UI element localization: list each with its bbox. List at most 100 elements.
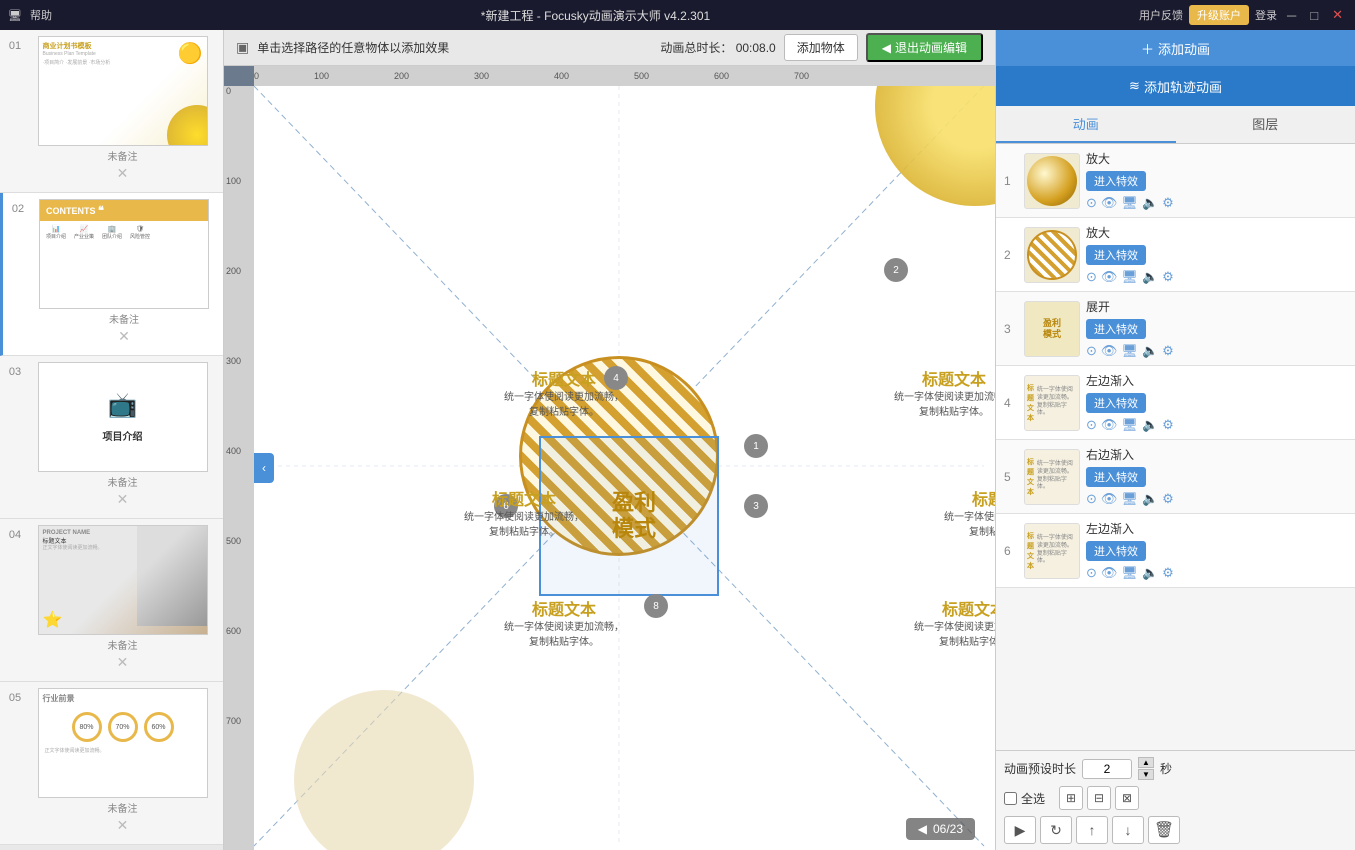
canvas-grid[interactable]: 0 100 200 300 400 500 600 700 0 100 200 … [224, 66, 995, 850]
add-animation-header[interactable]: ＋ 添加动画 [996, 30, 1355, 66]
eye-icon-1[interactable]: 👁 [1101, 195, 1118, 211]
content-sub-br: 统一字体使阅读更加流畅，复制粘贴字体。 [904, 620, 995, 650]
sound-icon-5[interactable]: 🔈 [1142, 491, 1158, 507]
duration-preset-input[interactable] [1082, 759, 1132, 779]
menu-item-help[interactable]: 帮助 [30, 7, 52, 23]
settings-icon-2[interactable]: ⚙ [1162, 269, 1174, 285]
slide-item-5[interactable]: 05 行业前景 80% 70% 60% 正文字体使阅读更加流畅。 未备注 ✕ [0, 682, 223, 845]
slide-delete-3[interactable]: ✕ [117, 491, 129, 508]
settings-icon-6[interactable]: ⚙ [1162, 565, 1174, 581]
remove-button[interactable]: 🗑 [1148, 816, 1180, 844]
anim-effect-btn-4[interactable]: 进入特效 [1086, 393, 1146, 413]
tab-layer[interactable]: 图层 [1176, 106, 1355, 143]
anim-info-4: 左边渐入 进入特效 ⊙ 👁 🖥 🔈 ⚙ [1086, 372, 1347, 433]
visibility-toggle-6[interactable]: ⊙ [1086, 565, 1097, 581]
stepper-up[interactable]: ▲ [1138, 757, 1154, 768]
content-block-topright[interactable]: 标题文本 统一字体使阅读更加流畅，复制粘贴字体。 [884, 366, 995, 420]
close-button[interactable]: ✕ [1328, 7, 1347, 23]
screen-icon-2[interactable]: 🖥 [1121, 269, 1138, 285]
eye-icon-3[interactable]: 👁 [1101, 343, 1118, 359]
play-button[interactable]: ▶ [1004, 816, 1036, 844]
content-block-botleft[interactable]: 标题文本 统一字体使阅读更加流畅，复制粘贴字体。 [494, 596, 634, 650]
nav-circle-1[interactable]: 1 [744, 434, 768, 458]
user-feedback-link[interactable]: 用户反馈 [1139, 7, 1183, 23]
eye-icon-5[interactable]: 👁 [1101, 491, 1118, 507]
loop-button[interactable]: ↻ [1040, 816, 1072, 844]
slide-item-4[interactable]: 04 PROJECT NAME 标题文本 正文字体使阅读更加流畅。 ⭐ 未备注 … [0, 519, 223, 682]
settings-icon-3[interactable]: ⚙ [1162, 343, 1174, 359]
upgrade-button[interactable]: 升级账户 [1189, 5, 1249, 25]
eye-icon-4[interactable]: 👁 [1101, 417, 1118, 433]
add-animation-button[interactable]: ＋ 添加动画 [1141, 39, 1210, 58]
sound-icon-3[interactable]: 🔈 [1142, 343, 1158, 359]
nav-circle-3[interactable]: 3 [744, 494, 768, 518]
slide-delete-4[interactable]: ✕ [117, 654, 129, 671]
copy-icon-btn[interactable]: ⊞ [1059, 786, 1083, 810]
slide-delete-5[interactable]: ✕ [117, 817, 129, 834]
panel-toggle-arrow[interactable]: ‹ [254, 453, 274, 483]
anim-info-1: 放大 进入特效 ⊙ 👁 🖥 🔈 ⚙ [1086, 150, 1347, 211]
move-up-button[interactable]: ↑ [1076, 816, 1108, 844]
visibility-toggle-3[interactable]: ⊙ [1086, 343, 1097, 359]
screen-icon-6[interactable]: 🖥 [1121, 565, 1138, 581]
anim-effect-btn-6[interactable]: 进入特效 [1086, 541, 1146, 561]
canvas-instruction: 单击选择路径的任意物体以添加效果 [257, 39, 449, 56]
eye-icon-6[interactable]: 👁 [1101, 565, 1118, 581]
add-track-animation-button[interactable]: ≋ 添加轨迹动画 [996, 66, 1355, 106]
maximize-button[interactable]: □ [1306, 8, 1322, 23]
nav-circle-8[interactable]: 8 [644, 594, 668, 618]
settings-icon-4[interactable]: ⚙ [1162, 417, 1174, 433]
anim-row-4: 4 标题文本 统一字体使阅读更加流畅。复制粘贴字体。 左边渐入 进入特效 ⊙ 👁… [996, 366, 1355, 440]
select-all-checkbox[interactable] [1004, 792, 1017, 805]
eye-icon-2[interactable]: 👁 [1101, 269, 1118, 285]
anim-effect-btn-5[interactable]: 进入特效 [1086, 467, 1146, 487]
ruler-horizontal: 0 100 200 300 400 500 600 700 [254, 66, 995, 86]
stepper-down[interactable]: ▼ [1138, 769, 1154, 780]
visibility-toggle-5[interactable]: ⊙ [1086, 491, 1097, 507]
screen-icon-3[interactable]: 🖥 [1121, 343, 1138, 359]
content-block-topleft[interactable]: 标题文本 统一字体使阅读更加流畅，复制粘贴字体。 [494, 366, 634, 420]
center-text-block[interactable]: 盈利 模式 [564, 456, 704, 576]
playback-row: ▶ ↻ ↑ ↓ 🗑 [1004, 816, 1347, 844]
anim-controls-1: ⊙ 👁 🖥 🔈 ⚙ [1086, 195, 1347, 211]
exit-edit-button[interactable]: ◀ 退出动画编辑 [866, 33, 983, 62]
slide-item-3[interactable]: 03 📺 项目介绍 未备注 ✕ [0, 356, 223, 519]
paste-icon-btn[interactable]: ⊟ [1087, 786, 1111, 810]
slide-num-2: 02 [7, 199, 29, 215]
visibility-toggle-2[interactable]: ⊙ [1086, 269, 1097, 285]
minimize-button[interactable]: ─ [1283, 8, 1300, 23]
titlebar-title: *新建工程 - Focusky动画演示大师 v4.2.301 [481, 7, 710, 24]
screen-icon-4[interactable]: 🖥 [1121, 417, 1138, 433]
canvas-content[interactable]: 盈利 模式 1 2 3 4 5 6 7 8 9 标题文本 统一字 [254, 86, 995, 850]
anim-effect-btn-2[interactable]: 进入特效 [1086, 245, 1146, 265]
slide-item-2[interactable]: 02 CONTENTS ❝ 📊项目介绍 📈产业业策 🏢团队介绍 🛡风险管控 未备… [0, 193, 223, 356]
nav-circle-2[interactable]: 2 [884, 258, 908, 282]
tab-animation[interactable]: 动画 [996, 106, 1176, 143]
visibility-toggle-1[interactable]: ⊙ [1086, 195, 1097, 211]
sound-icon-6[interactable]: 🔈 [1142, 565, 1158, 581]
content-sub-mr: 统一字体使阅读更加流畅，复制粘贴字体。 [934, 510, 995, 540]
screen-icon-5[interactable]: 🖥 [1121, 491, 1138, 507]
sound-icon-1[interactable]: 🔈 [1142, 195, 1158, 211]
delete-icon-btn[interactable]: ⊠ [1115, 786, 1139, 810]
slide-delete-1[interactable]: ✕ [117, 165, 129, 182]
content-block-botright[interactable]: 标题文本 统一字体使阅读更加流畅，复制粘贴字体。 [904, 596, 995, 650]
visibility-toggle-4[interactable]: ⊙ [1086, 417, 1097, 433]
prev-page-icon[interactable]: ◀ [918, 822, 927, 836]
anim-effect-btn-3[interactable]: 进入特效 [1086, 319, 1146, 339]
anim-info-2: 放大 进入特效 ⊙ 👁 🖥 🔈 ⚙ [1086, 224, 1347, 285]
sound-icon-2[interactable]: 🔈 [1142, 269, 1158, 285]
content-block-midright[interactable]: 标题文本 统一字体使阅读更加流畅，复制粘贴字体。 [934, 486, 995, 540]
slide-item-1[interactable]: 01 商业计划书模板 Business Plan Template ·项目简介 … [0, 30, 223, 193]
move-down-button[interactable]: ↓ [1112, 816, 1144, 844]
slide-delete-2[interactable]: ✕ [118, 328, 130, 345]
anim-effect-btn-1[interactable]: 进入特效 [1086, 171, 1146, 191]
login-link[interactable]: 登录 [1255, 7, 1277, 23]
slide-panel: 01 商业计划书模板 Business Plan Template ·项目简介 … [0, 30, 224, 850]
slide-thumb-3: 📺 项目介绍 [38, 362, 208, 472]
screen-icon-1[interactable]: 🖥 [1121, 195, 1138, 211]
add-object-button[interactable]: 添加物体 [784, 34, 858, 61]
settings-icon-5[interactable]: ⚙ [1162, 491, 1174, 507]
settings-icon-1[interactable]: ⚙ [1162, 195, 1174, 211]
sound-icon-4[interactable]: 🔈 [1142, 417, 1158, 433]
